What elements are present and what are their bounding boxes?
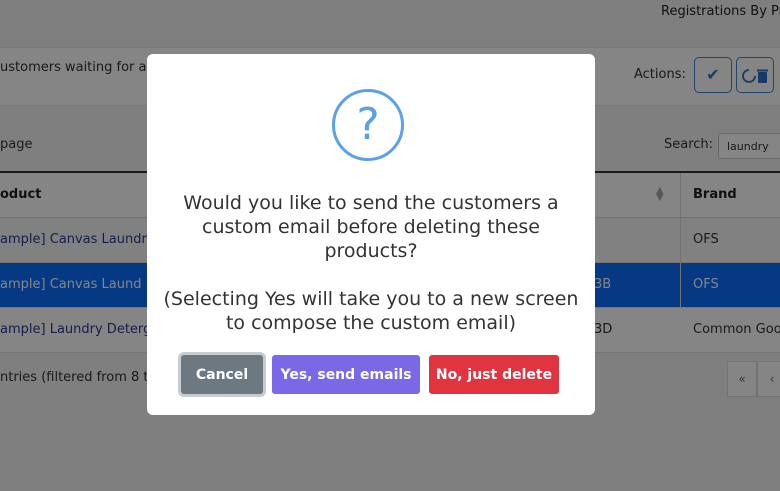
cancel-button[interactable]: Cancel — [181, 355, 263, 394]
confirm-delete-dialog: ? Would you like to send the customers a… — [147, 54, 595, 415]
yes-send-emails-button[interactable]: Yes, send emails — [272, 355, 420, 394]
dialog-note: (Selecting Yes will take you to a new sc… — [163, 288, 579, 334]
question-icon: ? — [332, 89, 404, 161]
dialog-message: Would you like to send the customers a c… — [183, 192, 559, 262]
no-just-delete-button[interactable]: No, just delete — [429, 355, 559, 394]
